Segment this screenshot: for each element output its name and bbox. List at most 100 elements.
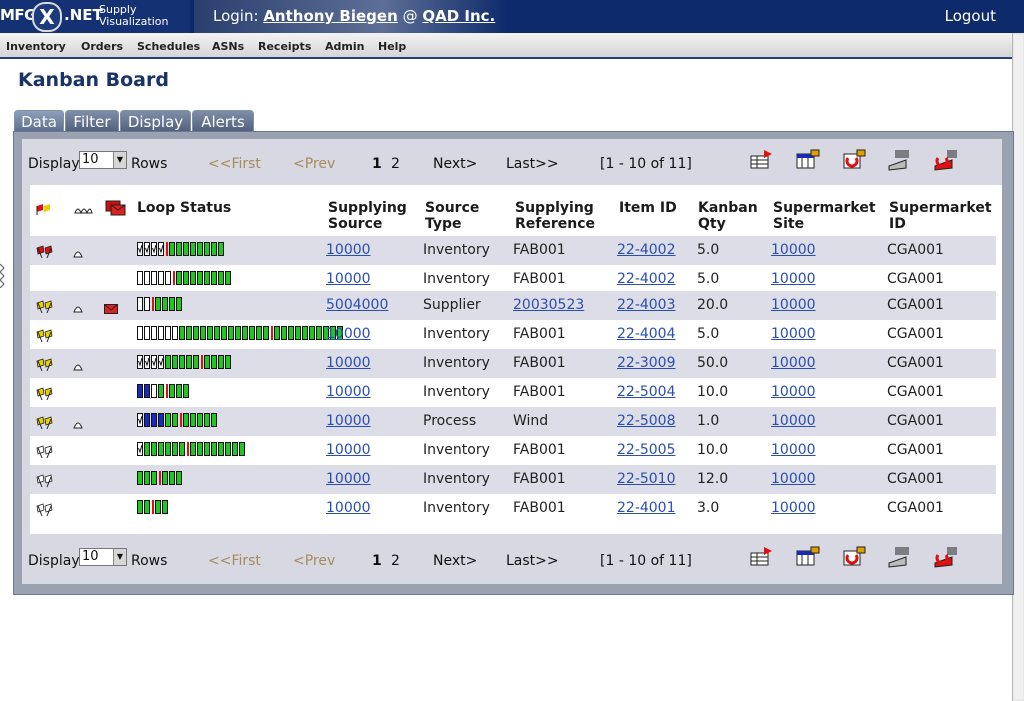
supplying-source-link[interactable]: 10000 [326,500,371,516]
rows-select[interactable]: 10 ▼ [79,151,127,169]
supermarket-site-link[interactable]: 10000 [771,297,816,313]
red-flag-icon[interactable] [35,244,55,263]
loop-status-bars[interactable] [137,470,185,485]
col-kanban-qty[interactable]: Kanban Qty [698,200,758,232]
supplying-source-link[interactable]: 5004000 [326,297,388,313]
supermarket-site-link[interactable]: 10000 [771,471,816,487]
export-grid-icon[interactable] [748,545,774,567]
calendar-grid-icon[interactable] [794,148,820,170]
supplying-source-link[interactable]: 10000 [326,384,371,400]
loop-status-bars[interactable] [137,441,248,456]
yellow-flag-icon[interactable] [35,299,55,318]
chevron-down-icon[interactable]: ▼ [113,549,126,565]
export-grid-icon[interactable] [748,148,774,170]
side-collapse-handle[interactable] [0,262,6,289]
loop-status-bars[interactable] [137,383,192,398]
yellow-flag-icon[interactable] [35,357,55,376]
last-page-link[interactable]: Last>> [506,156,559,172]
item-id-link[interactable]: 22-4002 [617,242,676,258]
bell-column-icon[interactable] [73,203,93,219]
barcode-print-icon[interactable] [886,545,912,568]
first-page-link[interactable]: <<First [208,156,261,172]
flag-column-icon[interactable] [35,203,55,219]
calendar-grid-icon[interactable] [794,545,820,567]
loop-status-bars[interactable] [137,325,346,340]
supermarket-site-link[interactable]: 10000 [771,413,816,429]
rows-select[interactable]: 10 ▼ [79,548,127,566]
mail-column-icon[interactable] [105,200,127,220]
loop-status-bars[interactable] [137,499,171,514]
supermarket-site-link[interactable]: 10000 [771,326,816,342]
supermarket-site-link[interactable]: 10000 [771,442,816,458]
menu-receipts[interactable]: Receipts [258,40,311,53]
yellow-flag-icon[interactable] [35,386,55,405]
logout-link[interactable]: Logout [945,7,996,25]
prev-page-link[interactable]: <Prev [293,156,335,172]
supermarket-site-link[interactable]: 10000 [771,384,816,400]
supermarket-site-link[interactable]: 10000 [771,500,816,516]
supermarket-site-link[interactable]: 10000 [771,242,816,258]
user-link[interactable]: Anthony Biegen [263,7,397,25]
loop-status-bars[interactable] [137,241,227,256]
menu-admin[interactable]: Admin [325,40,364,53]
loop-status-bars[interactable] [137,270,234,285]
supermarket-site-link[interactable]: 10000 [771,271,816,287]
item-id-link[interactable]: 22-5005 [617,442,676,458]
loop-status-bars[interactable] [137,296,185,311]
supplying-source-link[interactable]: 10000 [326,471,371,487]
barcode-signal-icon[interactable] [932,545,958,568]
col-supermarket-id[interactable]: Supermarket ID [889,200,992,232]
chevron-down-icon[interactable]: ▼ [113,152,126,168]
item-id-link[interactable]: 22-5010 [617,471,676,487]
col-loop-status[interactable]: Loop Status [137,200,231,216]
refresh-magnet-icon[interactable] [840,545,866,567]
white-flag-icon[interactable] [35,502,55,521]
loop-status-bars[interactable] [137,354,234,369]
supermarket-site-link[interactable]: 10000 [771,355,816,371]
yellow-flag-icon[interactable] [35,415,55,434]
page-2-link[interactable]: 2 [391,553,400,569]
menu-help[interactable]: Help [378,40,406,53]
col-supermarket-site[interactable]: Supermarket Site [773,200,876,232]
supplying-reference-link[interactable]: 20030523 [513,297,584,313]
company-link[interactable]: QAD Inc. [422,7,495,25]
supplying-source-link[interactable]: 10000 [326,271,371,287]
bell-icon[interactable] [73,244,83,263]
supplying-source-link[interactable]: 10000 [326,442,371,458]
refresh-magnet-icon[interactable] [840,148,866,170]
item-id-link[interactable]: 22-4004 [617,326,676,342]
next-page-link[interactable]: Next> [433,553,477,569]
menu-asns[interactable]: ASNs [212,40,244,53]
yellow-flag-icon[interactable] [35,328,55,347]
item-id-link[interactable]: 22-5004 [617,384,676,400]
last-page-link[interactable]: Last>> [506,553,559,569]
supplying-source-link[interactable]: 10000 [326,355,371,371]
tab-data[interactable]: Data [14,110,64,133]
first-page-link[interactable]: <<First [208,553,261,569]
bell-icon[interactable] [73,357,83,376]
page-2-link[interactable]: 2 [391,156,400,172]
menu-orders[interactable]: Orders [81,40,123,53]
col-source-type[interactable]: Source Type [425,200,479,232]
prev-page-link[interactable]: <Prev [293,553,335,569]
col-item-id[interactable]: Item ID [619,200,677,216]
menu-inventory[interactable]: Inventory [6,40,66,53]
item-id-link[interactable]: 22-4003 [617,297,676,313]
next-page-link[interactable]: Next> [433,156,477,172]
supplying-source-link[interactable]: 10000 [326,413,371,429]
item-id-link[interactable]: 22-4001 [617,500,676,516]
item-id-link[interactable]: 22-3009 [617,355,676,371]
white-flag-icon[interactable] [35,473,55,492]
bell-icon[interactable] [73,415,83,434]
supplying-source-link[interactable]: 10000 [326,326,371,342]
white-flag-icon[interactable] [35,444,55,463]
item-id-link[interactable]: 22-4002 [617,271,676,287]
barcode-print-icon[interactable] [886,148,912,171]
item-id-link[interactable]: 22-5008 [617,413,676,429]
supplying-source-link[interactable]: 10000 [326,242,371,258]
tab-alerts[interactable]: Alerts [192,110,254,133]
menu-schedules[interactable]: Schedules [137,40,200,53]
tab-filter[interactable]: Filter [65,110,119,133]
barcode-signal-icon[interactable] [932,148,958,171]
mail-icon[interactable] [104,299,118,318]
